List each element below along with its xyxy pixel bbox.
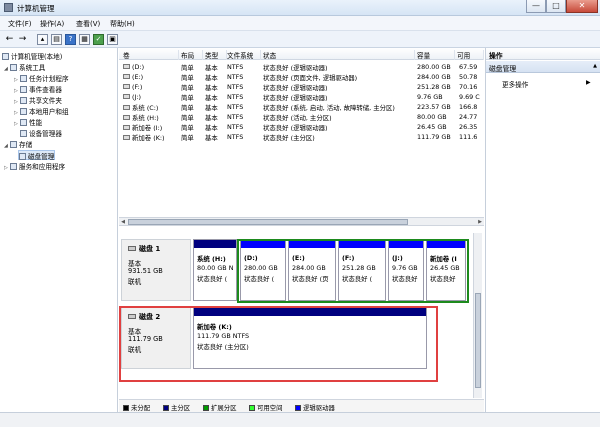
back-arrow-icon[interactable]: ← [4,34,15,45]
device-icon [20,130,27,137]
more-actions-link[interactable]: 更多操作 [502,79,528,89]
tools-icon [10,64,17,71]
col-filesystem[interactable]: 文件系统 [227,50,261,60]
table-row[interactable]: 系统 (H:) 简单 基本 NTFS 状态良好 (活动, 主分区) 80.00 GB 24.… [119,112,484,122]
col-volume[interactable]: 卷 [123,50,179,60]
chevron-right-icon[interactable]: ▶ [586,79,591,86]
close-button[interactable]: ✕ [566,0,598,13]
legend: 未分配 主分区 扩展分区 可用空间 逻辑驱动器 [119,399,484,412]
partition-bar [194,240,236,248]
volume-table-header: 卷 布局 类型 文件系统 状态 容量 可用 [119,48,484,60]
drive-icon [123,135,130,140]
tree-item-services-apps[interactable]: ▷ 服务和应用程序 [4,161,65,171]
help-icon[interactable]: ? [65,34,76,45]
scroll-thumb[interactable] [128,219,408,225]
menu-bar: 文件(F) 操作(A) 查看(V) 帮助(H) [0,16,600,31]
disk-1-info[interactable]: 磁盘 1 基本 931.51 GB 联机 [121,239,191,301]
disk-icon [19,153,26,160]
tree-item-performance[interactable]: ▷ 性能 [14,117,42,127]
status-bar [0,412,600,427]
toolbar: ← → ▴ ▤ ? ▦ ✓ ▣ [0,31,600,48]
clock-icon [20,75,27,82]
drive-icon [123,74,130,79]
table-row[interactable]: (F:) 简单 基本 NTFS 状态良好 (逻辑驱动器) 251.28 GB 70.16 [119,82,484,92]
users-icon [20,108,27,115]
horizontal-scrollbar[interactable]: ◀ ▶ [119,217,484,226]
table-row[interactable]: (D:) 简单 基本 NTFS 状态良好 (逻辑驱动器) 280.00 GB 67.59 [119,62,484,72]
disk-1-status: 联机 [128,278,142,286]
disk-icon [128,246,136,251]
drive-icon [123,125,130,130]
col-status[interactable]: 状态 [263,50,415,60]
tree-item-device-manager[interactable]: 设备管理器 [20,128,62,138]
legend-primary: 主分区 [163,403,190,412]
drive-icon [123,64,130,69]
drive-icon [123,84,130,89]
minimize-button[interactable]: — [526,0,546,13]
vertical-scrollbar[interactable] [473,233,482,398]
menu-action[interactable]: 操作(A) [40,19,64,29]
menu-help[interactable]: 帮助(H) [110,19,135,29]
tree-item-system-tools[interactable]: ◢ 系统工具 [4,62,45,72]
drive-icon [123,94,130,99]
tree-item-storage[interactable]: ◢ 存储 [4,139,32,149]
actions-header: 操作 [486,48,600,60]
window-title: 计算机管理 [17,4,55,13]
legend-unallocated: 未分配 [123,403,150,412]
actions-section-disk-management[interactable]: 磁盘管理 ▲ [486,61,600,73]
computer-management-icon [4,3,13,12]
actions-pane: 操作 磁盘管理 ▲ 更多操作 ▶ [485,48,600,412]
scroll-left-icon[interactable]: ◀ [119,218,127,226]
drive-icon [123,105,130,110]
legend-extended: 扩展分区 [203,403,237,412]
tree-item-task-scheduler[interactable]: ▷ 任务计划程序 [14,73,69,83]
check-icon[interactable]: ✓ [93,34,104,45]
col-type[interactable]: 类型 [205,50,227,60]
forward-arrow-icon[interactable]: → [17,34,28,45]
title-bar: 计算机管理 — □ ✕ [0,0,600,16]
table-row[interactable]: 系统 (C:) 简单 基本 NTFS 状态良好 (系统, 启动, 活动, 故障转储, 主… [119,102,484,112]
tree-item-disk-management[interactable]: 磁盘管理 [18,150,56,161]
partition-h[interactable]: 系统 (H:) 80.00 GB N 状态良好 ( [193,239,237,301]
folder-icon [20,97,27,104]
table-row[interactable]: (J:) 简单 基本 NTFS 状态良好 (逻辑驱动器) 9.76 GB 9.69 C [119,92,484,102]
services-icon [10,163,17,170]
computer-icon [2,53,9,60]
collapse-icon[interactable]: ▲ [593,63,597,69]
drive-icon [123,115,130,120]
col-layout[interactable]: 布局 [181,50,203,60]
navigation-tree: 计算机管理(本地) ◢ 系统工具 ▷ 任务计划程序 ▷ 事件查看器 ▷ 共享文件夹 ▷ 本… [0,48,118,412]
highlight-box-red [119,306,438,382]
menu-view[interactable]: 查看(V) [76,19,100,29]
tree-item-computer-management[interactable]: 计算机管理(本地) [2,51,62,61]
table-row[interactable]: 新加卷 (K:) 简单 基本 NTFS 状态良好 (主分区) 111.79 GB 111.6 [119,132,484,142]
menu-file[interactable]: 文件(F) [8,19,32,29]
show-tree-icon[interactable]: ▤ [51,34,62,45]
properties-icon[interactable]: ▦ [79,34,90,45]
col-capacity[interactable]: 容量 [417,50,455,60]
up-folder-icon[interactable]: ▴ [37,34,48,45]
disk-1-size: 931.51 GB [128,267,163,275]
col-free[interactable]: 可用 [457,50,484,60]
storage-icon [10,141,17,148]
scroll-right-icon[interactable]: ▶ [476,218,484,226]
view-icon[interactable]: ▣ [107,34,118,45]
event-icon [20,86,27,93]
scroll-thumb[interactable] [475,293,481,388]
table-row[interactable]: 新加卷 (I:) 简单 基本 NTFS 状态良好 (逻辑驱动器) 26.45 GB 26.3… [119,122,484,132]
highlight-box-green [237,239,469,303]
legend-logical: 逻辑驱动器 [295,403,335,412]
tree-item-event-viewer[interactable]: ▷ 事件查看器 [14,84,62,94]
maximize-button[interactable]: □ [546,0,566,13]
tree-item-local-users[interactable]: ▷ 本地用户和组 [14,106,69,116]
legend-free-space: 可用空间 [249,403,283,412]
tree-item-shared-folders[interactable]: ▷ 共享文件夹 [14,95,62,105]
table-row[interactable]: (E:) 简单 基本 NTFS 状态良好 (页面文件, 逻辑驱动器) 284.00 GB 5… [119,72,484,82]
performance-icon [20,119,27,126]
